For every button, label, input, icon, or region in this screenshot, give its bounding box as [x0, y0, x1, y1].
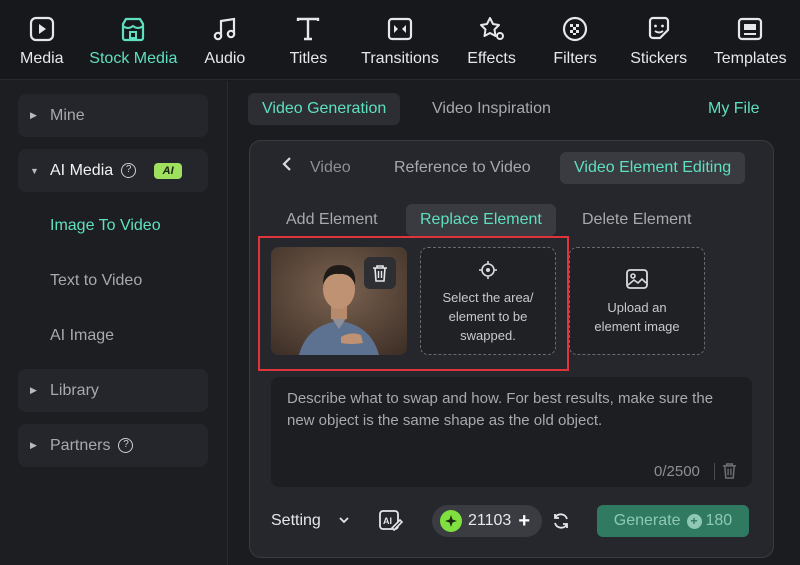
sidebar-item-ai-image[interactable]: AI Image	[50, 327, 114, 345]
tab-delete-element[interactable]: Delete Element	[568, 204, 705, 236]
add-credits-icon[interactable]: +	[518, 510, 530, 533]
filter-icon	[560, 14, 590, 44]
sidebar-item-label: Partners	[50, 436, 111, 454]
toolbar-effects[interactable]: Effects	[450, 0, 534, 80]
divider	[714, 463, 715, 480]
top-toolbar: Media Stock Media Audio Titles Transitio…	[0, 0, 800, 80]
toolbar-media[interactable]: Media	[0, 0, 84, 80]
tab-add-element[interactable]: Add Element	[272, 204, 392, 236]
ai-badge: AI	[154, 162, 183, 179]
my-file-link[interactable]: My File	[708, 100, 760, 118]
credits-pill[interactable]: 21103 +	[432, 505, 542, 537]
image-upload-icon	[626, 269, 648, 289]
tab-reference-to-video[interactable]: Reference to Video	[380, 152, 545, 184]
toolbar-label: Media	[20, 50, 64, 67]
text-t-icon	[293, 14, 323, 44]
toolbar-filters[interactable]: Filters	[533, 0, 617, 80]
sticker-icon	[644, 14, 674, 44]
generate-cost: 180	[705, 512, 733, 529]
toolbar-transitions[interactable]: Transitions	[350, 0, 450, 80]
tab-video-element-editing[interactable]: Video Element Editing	[560, 152, 746, 184]
char-counter: 0/2500	[654, 463, 700, 480]
toolbar-label: Effects	[467, 50, 516, 67]
credit-gem-icon	[440, 510, 462, 532]
help-icon[interactable]: ?	[121, 163, 137, 178]
highlight-box	[258, 236, 569, 371]
coin-icon: +	[686, 513, 702, 529]
toolbar-label: Templates	[713, 50, 787, 67]
templates-icon	[735, 14, 765, 44]
toolbar-label: Titles	[289, 50, 328, 67]
chevron-right-icon: ▶	[30, 110, 37, 120]
ai-edit-icon[interactable]: AI	[378, 509, 404, 538]
toolbar-stickers[interactable]: Stickers	[617, 0, 701, 80]
toolbar-label: Stock Media	[89, 50, 178, 67]
credits-count: 21103	[468, 512, 512, 529]
sidebar-item-label: Library	[50, 381, 99, 399]
prompt-placeholder: Describe what to swap and how. For best …	[287, 390, 714, 429]
toolbar-templates[interactable]: Templates	[700, 0, 800, 80]
chevron-down-icon: ▼	[30, 165, 39, 176]
generate-label: Generate	[613, 512, 681, 529]
toolbar-label: Audio	[204, 50, 246, 67]
transition-icon	[385, 14, 415, 44]
help-icon[interactable]: ?	[118, 438, 134, 453]
sidebar-item-mine[interactable]: ▶ Mine	[18, 94, 208, 137]
stock-media-icon	[118, 14, 148, 44]
upload-text: Upload an element image	[594, 300, 680, 334]
sidebar-item-image-to-video[interactable]: Image To Video	[50, 217, 161, 235]
tab-video-generation[interactable]: Video Generation	[248, 93, 401, 125]
sidebar-item-library[interactable]: ▶ Library	[18, 369, 208, 412]
chevron-right-icon: ▶	[30, 385, 37, 395]
sidebar-item-ai-media[interactable]: ▼ AI Media ? AI	[18, 149, 208, 192]
tab-video[interactable]: Video	[296, 152, 365, 184]
clear-prompt-icon[interactable]	[722, 462, 737, 484]
sidebar-item-partners[interactable]: ▶ Partners ?	[18, 424, 208, 467]
chevron-right-icon: ▶	[30, 440, 37, 450]
sidebar-item-label: Mine	[50, 106, 85, 124]
toolbar-label: Stickers	[630, 50, 688, 67]
svg-text:AI: AI	[383, 516, 392, 526]
toolbar-titles[interactable]: Titles	[267, 0, 351, 80]
sidebar-item-text-to-video[interactable]: Text to Video	[50, 272, 142, 290]
generate-button[interactable]: Generate + 180	[597, 505, 749, 537]
media-icon	[27, 14, 57, 44]
chevron-down-icon[interactable]	[338, 512, 350, 533]
sidebar-item-label: AI Media	[50, 161, 114, 179]
toolbar-stock-media[interactable]: Stock Media	[84, 0, 184, 80]
upload-element-box[interactable]: Upload an element image	[569, 247, 705, 355]
refresh-icon[interactable]	[552, 512, 570, 535]
toolbar-audio[interactable]: Audio	[183, 0, 267, 80]
music-note-icon	[210, 14, 240, 44]
back-chevron-icon[interactable]	[282, 156, 292, 177]
tab-video-inspiration[interactable]: Video Inspiration	[418, 93, 565, 125]
toolbar-label: Transitions	[361, 50, 439, 67]
toolbar-label: Filters	[553, 50, 597, 67]
effects-icon	[477, 14, 507, 44]
setting-dropdown[interactable]: Setting	[271, 512, 321, 530]
tab-replace-element[interactable]: Replace Element	[406, 204, 556, 236]
